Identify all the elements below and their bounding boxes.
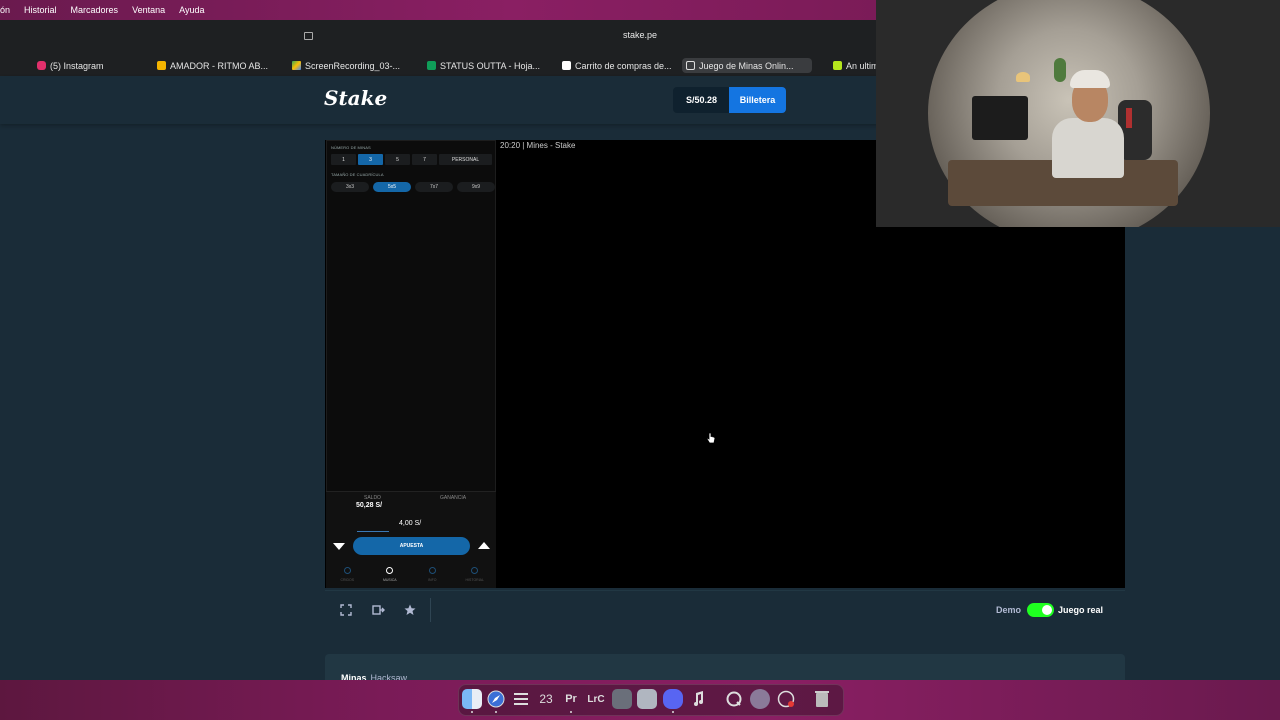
info-icon	[428, 567, 436, 574]
monitor-shape	[972, 96, 1028, 140]
game-title: 20:20 | Mines - Stake	[500, 141, 576, 150]
ganancia-label: GANANCIA	[440, 495, 467, 501]
mines-option-1[interactable]: 1	[331, 154, 356, 165]
cap-shape	[1070, 70, 1110, 88]
bookmark-amador[interactable]: AMADOR - RITMO AB...	[153, 58, 272, 73]
plant-shape	[1054, 58, 1066, 82]
bookmark-label: Carrito de compras de...	[575, 60, 672, 71]
tab-historial[interactable]: HISTORIAL	[454, 564, 497, 586]
running-indicator	[672, 711, 674, 713]
mines-count-label: NÚMERO DE MINAS	[331, 145, 371, 150]
bookmark-label: An ultim	[846, 60, 879, 71]
tab-label: MUSICA	[382, 578, 397, 582]
premiere-icon[interactable]: Pr	[561, 689, 581, 709]
decrease-bet-icon[interactable]	[333, 543, 345, 550]
grid-size-selector: 3x3 5x5 7x7 9x9	[331, 182, 495, 192]
bookmark-status-outta[interactable]: STATUS OUTTA - Hoja...	[423, 58, 544, 73]
increase-bet-icon[interactable]	[478, 542, 490, 549]
app-icon-3[interactable]	[750, 689, 770, 709]
demo-real-toggle[interactable]	[1027, 603, 1054, 617]
calendar-icon[interactable]: 23	[536, 689, 556, 709]
safari-icon[interactable]	[486, 689, 506, 709]
bookmark-label: AMADOR - RITMO AB...	[170, 60, 269, 71]
star-icon[interactable]	[403, 603, 417, 617]
grid-option-5x5[interactable]: 5x5	[373, 182, 411, 192]
mines-option-5[interactable]: 5	[385, 154, 410, 165]
drive-icon	[292, 61, 301, 70]
grid-option-3x3[interactable]: 3x3	[331, 182, 369, 192]
finder-icon[interactable]	[462, 689, 482, 709]
tab-label: INFO	[428, 578, 437, 582]
percent-icon	[833, 61, 842, 70]
activity-icon[interactable]	[776, 689, 796, 709]
game-tabs: CRIDOS MUSICA INFO HISTORIAL	[326, 564, 496, 586]
bookmark-instagram[interactable]: (5) Instagram	[33, 58, 108, 73]
grid-option-7x7[interactable]: 7x7	[415, 182, 453, 192]
bookmark-label: STATUS OUTTA - Hoja...	[440, 60, 541, 71]
lightroom-icon[interactable]: LrC	[586, 689, 606, 709]
menu-item-ventana[interactable]: Ventana	[132, 5, 165, 15]
lamp-shape	[1016, 72, 1030, 82]
menu-item-history-partial[interactable]: ón	[0, 5, 10, 15]
quicktime-icon[interactable]	[724, 689, 744, 709]
amazon-icon	[562, 61, 571, 70]
sheets-icon	[427, 61, 436, 70]
menu-item-ayuda[interactable]: Ayuda	[179, 5, 204, 15]
running-indicator	[570, 711, 572, 713]
slides-icon	[157, 61, 166, 70]
bet-slider[interactable]	[357, 531, 389, 532]
tab-info[interactable]: INFO	[411, 564, 454, 586]
mines-option-7[interactable]: 7	[412, 154, 437, 165]
webcam-overlay	[876, 0, 1280, 227]
saldo-label: SALDO	[364, 495, 381, 501]
bet-button[interactable]: APUESTA	[353, 537, 470, 555]
mines-option-3[interactable]: 3	[358, 154, 383, 165]
bookmark-label: ScreenRecording_03-...	[305, 60, 401, 71]
music-icon	[386, 567, 394, 574]
footer-divider	[430, 598, 431, 622]
bookmark-screenrecording[interactable]: ScreenRecording_03-...	[288, 58, 404, 73]
bet-amount[interactable]: 4,00 S/	[399, 520, 421, 527]
app-icon-2[interactable]	[637, 689, 657, 709]
mines-selector: 1 3 5 7 PERSONAL	[331, 154, 492, 165]
saldo-value: 50,28 S/	[356, 502, 383, 509]
stake-logo[interactable]: Stake	[324, 86, 387, 110]
app-icon[interactable]	[612, 689, 632, 709]
toggle-knob	[1042, 605, 1052, 615]
chair-accent-shape	[1126, 108, 1132, 128]
demo-label: Demo	[996, 605, 1022, 615]
tab-cridos[interactable]: CRIDOS	[326, 564, 369, 586]
bookmark-an-ultim[interactable]: An ultim	[829, 58, 883, 73]
theatre-icon[interactable]	[371, 603, 385, 617]
tab-label: HISTORIAL	[465, 578, 484, 582]
discord-icon[interactable]	[663, 689, 683, 709]
history-icon	[471, 567, 479, 574]
menu-item-historial[interactable]: Historial	[24, 5, 57, 15]
bookmark-label: (5) Instagram	[50, 60, 104, 71]
tab-label: CRIDOS	[340, 578, 355, 582]
bookmark-juego-minas[interactable]: Juego de Minas Onlin...	[682, 58, 812, 73]
tab-musica[interactable]: MUSICA	[369, 564, 412, 586]
bookmark-carrito[interactable]: Carrito de compras de...	[558, 58, 676, 73]
music-icon[interactable]	[688, 689, 708, 709]
stake-tab-icon	[686, 61, 695, 70]
bookmark-label: Juego de Minas Onlin...	[699, 60, 794, 71]
balance-display[interactable]: S/50.28	[673, 87, 730, 113]
instagram-icon	[37, 61, 46, 70]
grid-size-label: TAMAÑO DE CUADRÍCULA	[331, 172, 384, 177]
running-indicator	[495, 711, 497, 713]
fullscreen-icon[interactable]	[339, 603, 353, 617]
menu-item-marcadores[interactable]: Marcadores	[71, 5, 119, 15]
running-indicator	[471, 711, 473, 713]
wallet-button[interactable]: Billetera	[729, 87, 786, 113]
grid-option-9x9[interactable]: 9x9	[457, 182, 495, 192]
dot-icon	[343, 567, 351, 574]
person-body-shape	[1052, 118, 1124, 178]
mines-option-personal[interactable]: PERSONAL	[439, 154, 492, 165]
real-game-label: Juego real	[1058, 605, 1104, 615]
launchpad-icon[interactable]	[511, 689, 531, 709]
trash-icon[interactable]	[812, 689, 832, 709]
